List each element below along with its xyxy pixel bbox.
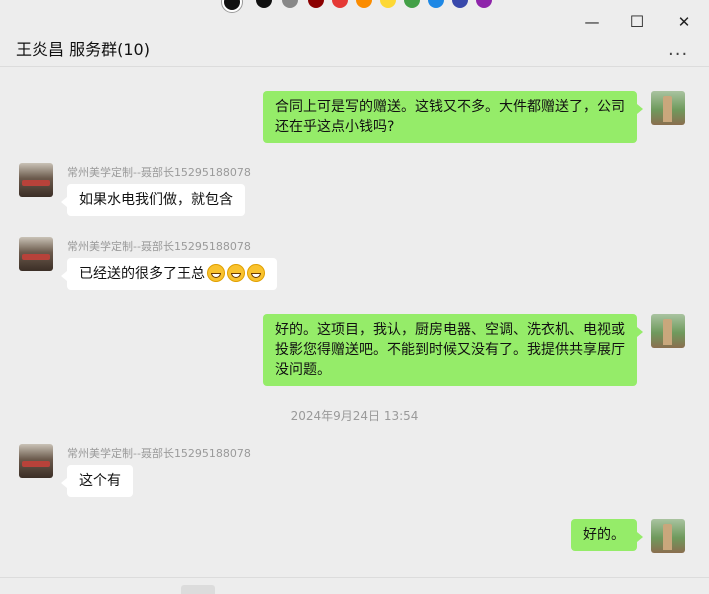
message-bubble-sent[interactable]: 合同上可是写的赠送。这钱又不多。大件都赠送了，公司还在乎这点小钱吗? bbox=[263, 91, 643, 143]
grinning-emoji-icon bbox=[227, 264, 245, 282]
close-button[interactable]: ✕ bbox=[672, 14, 696, 30]
input-toolbar bbox=[0, 577, 709, 594]
toolbar-icons bbox=[4, 0, 36, 5]
chat-title: 王炎昌 服务群(10) bbox=[16, 40, 150, 59]
grinning-emoji-icon bbox=[207, 264, 225, 282]
chat-window: 王炎昌 服务群(10) — ☐ ✕ ··· 合同上可是写的赠送。这钱又不多。大件… bbox=[0, 0, 709, 594]
message-text: 已经送的很多了王总 bbox=[79, 266, 205, 282]
my-avatar[interactable] bbox=[651, 519, 685, 553]
my-avatar[interactable] bbox=[651, 314, 685, 348]
message-bubble-sent[interactable]: 好的。 bbox=[571, 519, 643, 551]
message-bubble-received[interactable]: 这个有 bbox=[61, 465, 133, 497]
sender-name: 常州美学定制--聂部长15295188078 bbox=[67, 240, 251, 253]
more-options-icon[interactable]: ··· bbox=[668, 44, 688, 65]
grinning-emoji-icon bbox=[247, 264, 265, 282]
minimize-button[interactable]: — bbox=[580, 14, 604, 30]
maximize-button[interactable]: ☐ bbox=[625, 14, 649, 30]
sender-name: 常州美学定制--聂部长15295188078 bbox=[67, 447, 251, 460]
message-bubble-sent[interactable]: 好的。这项目，我认，厨房电器、空调、洗衣机、电视或投影您得赠送吧。不能到时候又没… bbox=[263, 314, 643, 386]
sender-avatar[interactable] bbox=[19, 237, 53, 271]
sender-avatar[interactable] bbox=[19, 163, 53, 197]
sender-avatar[interactable] bbox=[19, 444, 53, 478]
chat-header: 王炎昌 服务群(10) — ☐ ✕ ··· bbox=[0, 6, 709, 67]
sender-name: 常州美学定制--聂部长15295188078 bbox=[67, 166, 251, 179]
message-bubble-received[interactable]: 如果水电我们做，就包含 bbox=[61, 184, 245, 216]
message-bubble-received[interactable]: 已经送的很多了王总 bbox=[61, 258, 277, 290]
timestamp: 2024年9月24日 13:54 bbox=[290, 409, 419, 423]
my-avatar[interactable] bbox=[651, 91, 685, 125]
input-tab[interactable] bbox=[181, 585, 215, 594]
